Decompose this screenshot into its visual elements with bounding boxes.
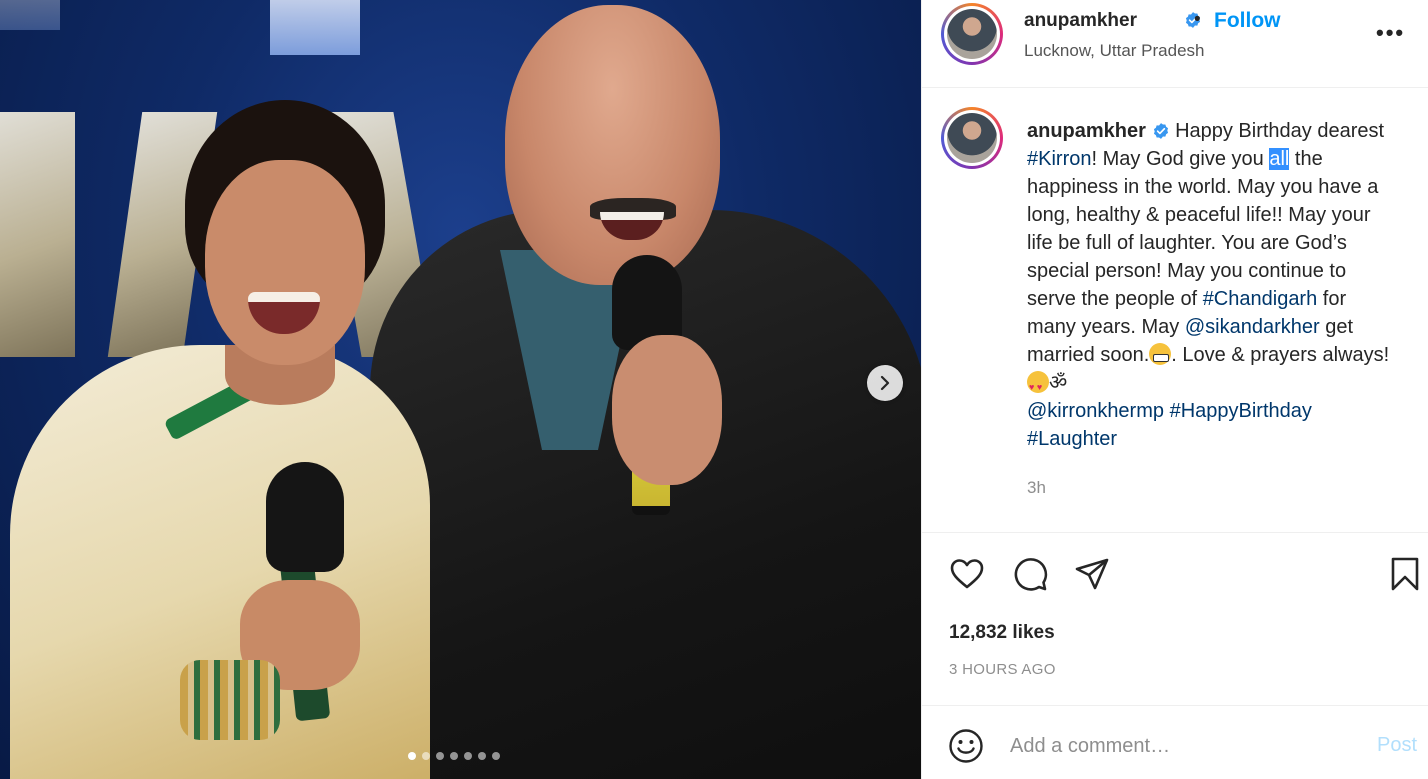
emoji-icon[interactable] <box>948 728 984 764</box>
comment-icon[interactable] <box>1010 554 1050 594</box>
chevron-right-icon <box>880 375 890 391</box>
stage-light <box>270 0 360 55</box>
caption-text: anupamkher Happy Birthday dearest #Kirro… <box>1027 117 1397 453</box>
caption-section: anupamkher Happy Birthday dearest #Kirro… <box>922 88 1428 533</box>
carousel-dot <box>478 752 486 760</box>
action-bar <box>922 540 1428 610</box>
hashtag-link[interactable]: #Chandigarh <box>1203 288 1318 310</box>
caption-username[interactable]: anupamkher <box>1027 120 1146 142</box>
man-head <box>505 5 720 285</box>
caption-segment: Happy Birthday dearest <box>1175 120 1385 142</box>
share-icon[interactable] <box>1072 554 1112 594</box>
om-symbol: ॐ <box>1049 372 1068 394</box>
microphone-head <box>266 462 344 572</box>
bookmark-icon[interactable] <box>1385 554 1425 594</box>
bangles <box>180 660 280 740</box>
heart-icon[interactable] <box>947 554 987 594</box>
woman-face <box>205 160 365 365</box>
backdrop-letter <box>0 112 75 357</box>
posted-timestamp[interactable]: 3 HOURS AGO <box>949 661 1056 678</box>
mention-link[interactable]: @kirronkhermp <box>1027 400 1164 422</box>
post-header: anupamkher • Follow Lucknow, Uttar Prade… <box>922 0 1428 88</box>
post-photo[interactable] <box>0 0 921 779</box>
mention-link[interactable]: @sikandarkher <box>1185 316 1320 338</box>
comment-input[interactable] <box>1010 726 1350 766</box>
carousel-dot <box>422 752 430 760</box>
grimacing-emoji-icon <box>1149 343 1172 365</box>
hashtag-link[interactable]: #Kirron <box>1027 148 1091 170</box>
hashtag-link[interactable]: #Laughter <box>1027 428 1117 450</box>
location-link[interactable]: Lucknow, Uttar Pradesh <box>1024 41 1204 61</box>
avatar[interactable] <box>941 107 1003 169</box>
username-link[interactable]: anupamkher <box>1024 10 1137 32</box>
carousel-dot <box>492 752 500 760</box>
verified-badge-icon <box>1153 123 1168 139</box>
carousel-dot <box>464 752 472 760</box>
selected-text: all <box>1269 148 1290 170</box>
carousel-dot <box>436 752 444 760</box>
likes-count[interactable]: 12,832 likes <box>949 622 1055 644</box>
post-comment-button[interactable]: Post <box>1377 734 1417 757</box>
carousel-dot <box>450 752 458 760</box>
comment-bar: Post <box>922 705 1428 779</box>
separator-dot: • <box>1194 9 1201 30</box>
hashtag-link[interactable]: #HappyBirthday <box>1170 400 1312 422</box>
post-sidebar: anupamkher • Follow Lucknow, Uttar Prade… <box>921 0 1428 779</box>
man-hand <box>612 335 722 485</box>
caption-timestamp: 3h <box>1027 478 1046 497</box>
more-options-icon[interactable]: ••• <box>1376 20 1405 46</box>
heart-eyes-emoji-icon <box>1027 371 1049 401</box>
carousel-indicator <box>408 752 500 760</box>
avatar[interactable] <box>941 3 1003 65</box>
follow-button[interactable]: Follow <box>1214 9 1281 33</box>
next-slide-button[interactable] <box>867 365 903 401</box>
caption-segment: ! May God give you <box>1091 148 1270 170</box>
caption-segment: . Love & prayers always! <box>1171 344 1390 366</box>
carousel-dot <box>408 752 416 760</box>
caption-segment: the happiness in the world. May you have… <box>1027 148 1379 310</box>
stage-light <box>0 0 60 30</box>
